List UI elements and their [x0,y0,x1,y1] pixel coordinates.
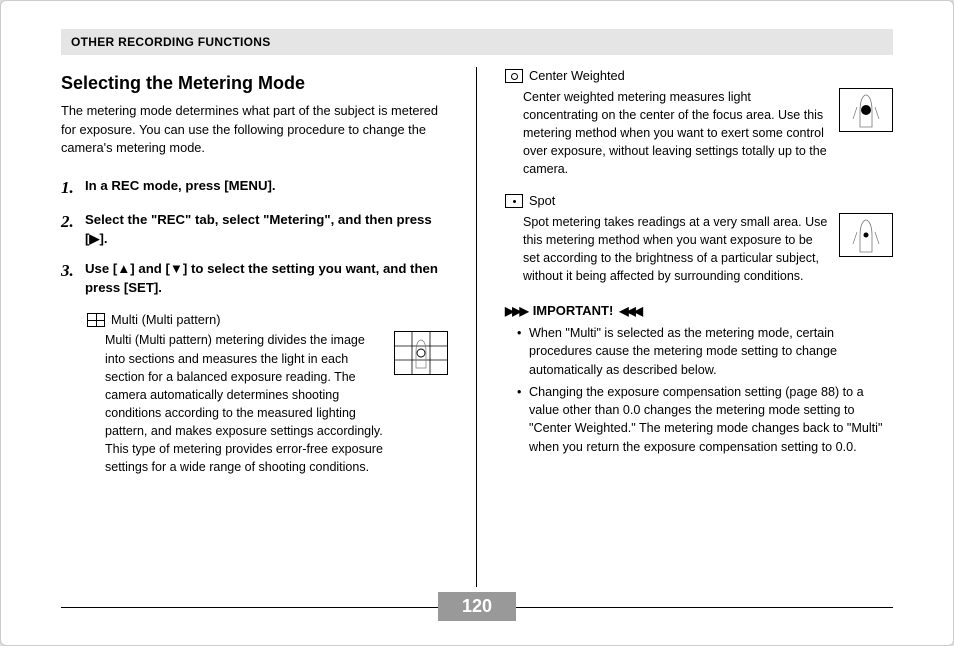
page-number-bar: 120 [1,592,953,621]
manual-page: OTHER RECORDING FUNCTIONS Selecting the … [0,0,954,646]
multi-pattern-thumbnail [394,331,448,375]
option-description: Spot metering takes readings at a very s… [523,213,829,286]
step-text: Use [▲] and [▼] to select the setting yo… [85,259,448,297]
step-3: 3. Use [▲] and [▼] to select the setting… [61,259,448,297]
center-weighted-icon [505,69,523,83]
option-spot: Spot Spot metering takes readings at a v… [505,192,893,285]
important-heading: ▶▶▶ IMPORTANT! ◀◀◀ [505,303,893,318]
triangle-right-icon: ▶▶▶ [505,304,527,318]
step-1: 1. In a REC mode, press [MENU]. [61,176,448,201]
option-description: Multi (Multi pattern) metering divides t… [105,331,384,476]
page-title: Selecting the Metering Mode [61,73,448,94]
page-number: 120 [438,592,516,621]
spot-thumbnail [839,213,893,257]
option-label: Center Weighted [529,67,625,86]
option-center: Center Weighted Center weighted metering… [505,67,893,178]
section-header: OTHER RECORDING FUNCTIONS [61,29,893,55]
step-number: 2. [61,210,79,248]
option-description: Center weighted metering measures light … [523,88,829,179]
step-2: 2. Select the "REC" tab, select "Meterin… [61,210,448,248]
important-item: When "Multi" is selected as the metering… [529,324,893,379]
content-columns: Selecting the Metering Mode The metering… [61,67,893,587]
center-weighted-thumbnail [839,88,893,132]
step-text: Select the "REC" tab, select "Metering",… [85,210,448,248]
step-text: In a REC mode, press [MENU]. [85,176,448,201]
multi-pattern-icon [87,313,105,327]
left-column: Selecting the Metering Mode The metering… [61,67,477,587]
spot-icon [505,194,523,208]
important-label: IMPORTANT! [533,303,614,318]
triangle-left-icon: ◀◀◀ [619,304,641,318]
option-multi: Multi (Multi pattern) Multi (Multi patte… [87,311,448,477]
step-number: 1. [61,176,79,201]
important-item: Changing the exposure compensation setti… [529,383,893,456]
step-number: 3. [61,259,79,297]
right-column: Center Weighted Center weighted metering… [477,67,893,587]
important-list: When "Multi" is selected as the metering… [511,324,893,456]
intro-text: The metering mode determines what part o… [61,102,448,158]
option-label: Multi (Multi pattern) [111,311,221,330]
option-label: Spot [529,192,555,211]
